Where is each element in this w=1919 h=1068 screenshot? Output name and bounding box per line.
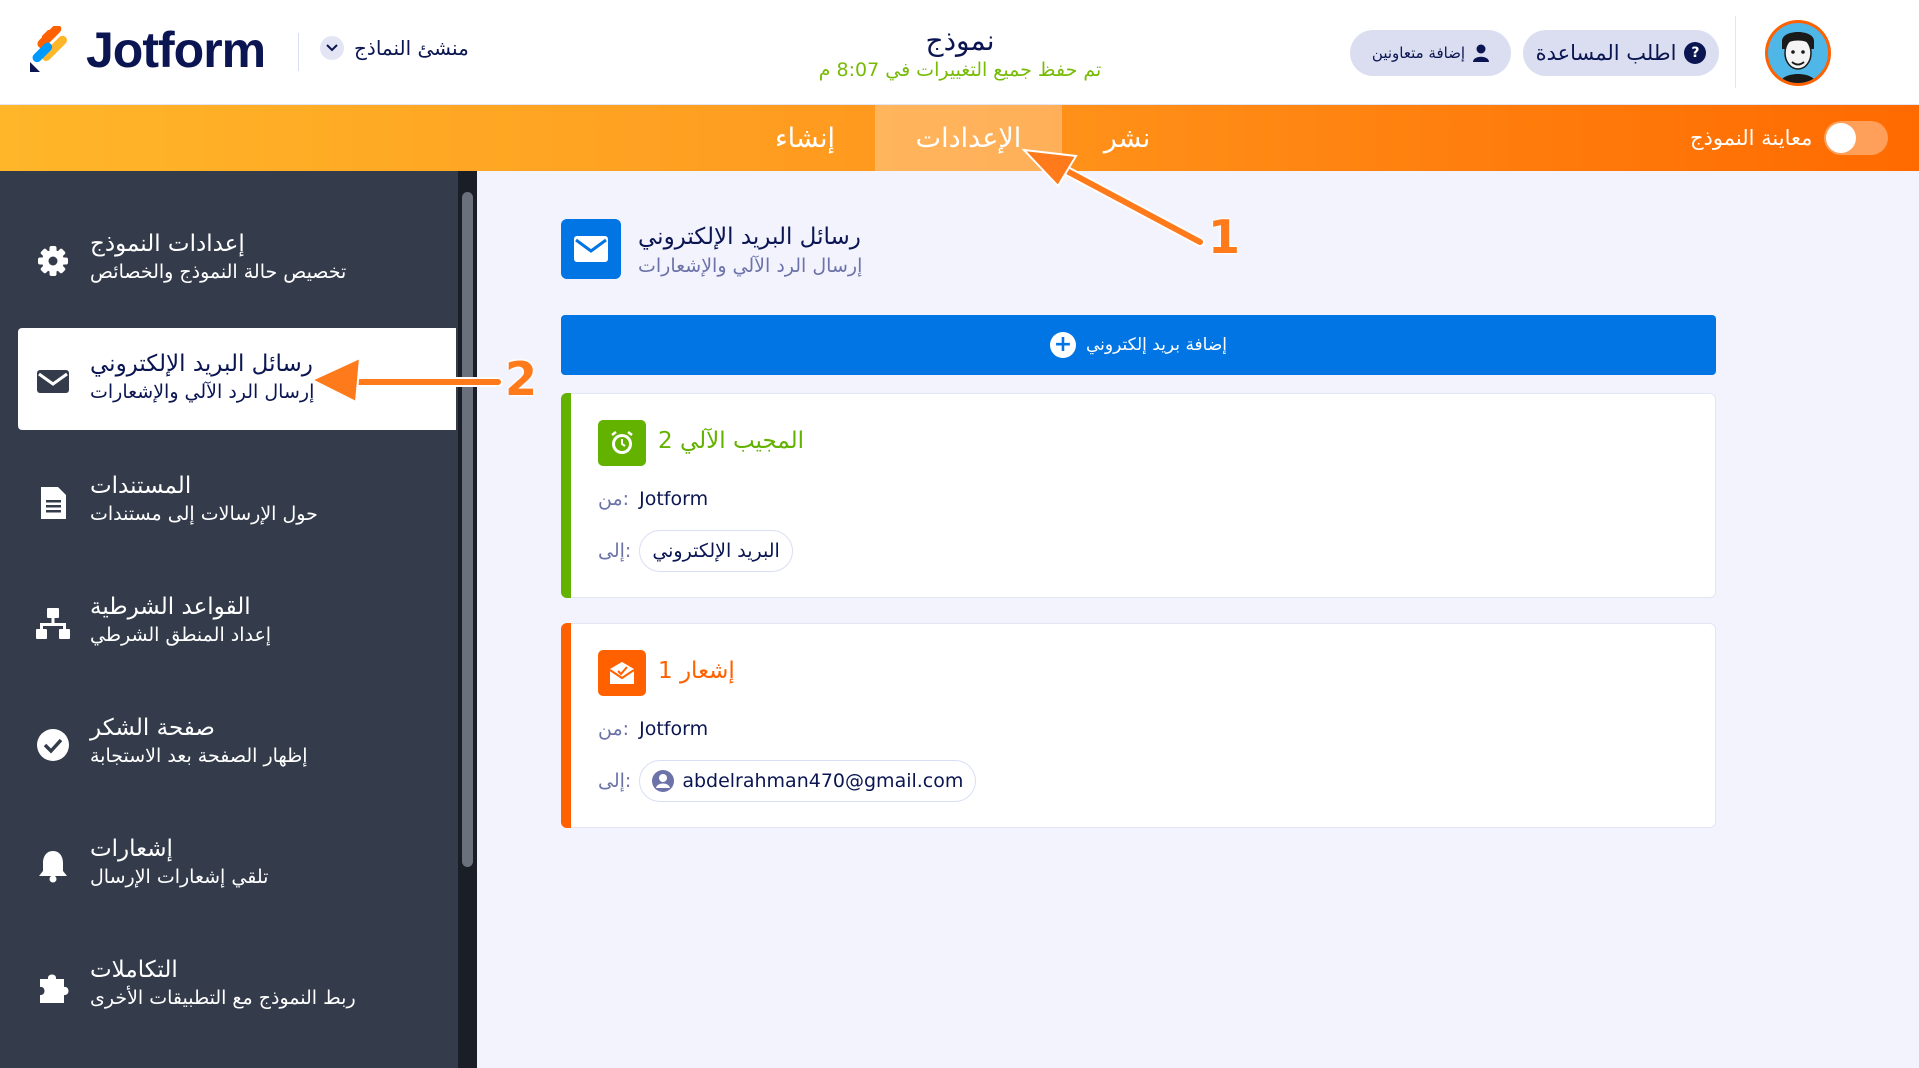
email-card-notification[interactable]: إشعار 1 من: Jotform إلى: abdelrahman470@… <box>561 623 1716 828</box>
top-header: Jotform منشئ النماذج نموذج تم حفظ جميع ا… <box>0 0 1919 105</box>
check-circle-icon <box>37 729 69 761</box>
bell-icon <box>39 851 67 883</box>
logo-text: Jotform <box>86 22 266 78</box>
envelope-icon <box>574 236 608 262</box>
card-color-stripe <box>561 623 571 828</box>
form-title[interactable]: نموذج <box>760 24 1160 58</box>
to-label: إلى: <box>598 770 632 792</box>
add-email-label: إضافة بريد إلكتروني <box>1085 335 1228 355</box>
preview-label: معاينة النموذج <box>1690 126 1813 150</box>
recipient-chip: البريد الإلكتروني <box>639 530 793 572</box>
sidebar-item-notifications[interactable]: إشعارات تلقي إشعارات الإرسال <box>18 813 456 915</box>
plus-icon: + <box>1049 332 1076 358</box>
question-mark-icon: ? <box>1684 42 1707 64</box>
sidebar-item-subtitle: ربط النموذج مع التطبيقات الأخرى <box>90 987 356 1009</box>
sidebar-item-subtitle: إعداد المنطق الشرطي <box>90 624 272 646</box>
mail-notification-icon <box>598 650 646 696</box>
recipient-value: البريد الإلكتروني <box>652 540 780 562</box>
alarm-clock-icon <box>598 420 646 466</box>
sidebar-item-title: صفحة الشكر <box>90 715 215 741</box>
user-avatar[interactable] <box>1765 20 1831 86</box>
card-to: إلى: abdelrahman470@gmail.com <box>598 760 977 802</box>
user-icon <box>1473 44 1490 62</box>
sidebar-item-subtitle: إظهار الصفحة بعد الاستجابة <box>90 745 308 767</box>
form-title-area: نموذج تم حفظ جميع التغييرات في 8:07 م <box>760 24 1160 82</box>
scrollbar-thumb[interactable] <box>462 192 473 867</box>
card-to: إلى: البريد الإلكتروني <box>598 530 793 572</box>
preview-form-control: معاينة النموذج <box>1690 105 1889 171</box>
card-from: من: Jotform <box>598 488 708 510</box>
card-title: المجيب الآلي 2 <box>658 428 805 454</box>
preview-toggle[interactable] <box>1824 121 1889 155</box>
add-collaborators-button[interactable]: إضافة متعاونين <box>1350 30 1511 76</box>
document-icon <box>41 487 66 519</box>
sidebar-item-subtitle: تلقي إشعارات الإرسال <box>90 866 269 888</box>
sidebar-item-subtitle: حول الإرسالات إلى مستندات <box>90 503 318 525</box>
from-label: من: <box>598 718 630 740</box>
header-divider <box>298 33 299 71</box>
avatar-image <box>1768 23 1828 83</box>
save-status: تم حفظ جميع التغييرات في 8:07 م <box>818 59 1102 81</box>
card-title: إشعار 1 <box>658 658 735 684</box>
sidebar-item-emails[interactable]: رسائل البريد الإلكتروني إرسال الرد الآلي… <box>18 328 456 430</box>
jotform-logo[interactable]: Jotform <box>28 22 266 78</box>
section-subtitle: إرسال الرد الآلي والإشعارات <box>638 255 863 277</box>
sidebar-item-subtitle: إرسال الرد الآلي والإشعارات <box>90 381 315 403</box>
sidebar-item-thank-you-page[interactable]: صفحة الشكر إظهار الصفحة بعد الاستجابة <box>18 692 456 794</box>
chevron-down-icon <box>320 36 344 60</box>
tab-publish[interactable]: نشر <box>1062 105 1192 171</box>
section-title: رسائل البريد الإلكتروني <box>638 224 861 250</box>
sidebar-item-documents[interactable]: المستندات حول الإرسالات إلى مستندات <box>18 450 456 552</box>
collab-label: إضافة متعاونين <box>1371 44 1466 62</box>
recipient-chip: abdelrahman470@gmail.com <box>639 760 977 802</box>
builder-navbar: إنشاء الإعدادات نشر معاينة النموذج <box>0 105 1919 171</box>
sidebar-item-title: المستندات <box>90 473 192 499</box>
sidebar-item-conditions[interactable]: القواعد الشرطية إعداد المنطق الشرطي <box>18 571 456 673</box>
sidebar-item-title: التكاملات <box>90 957 178 983</box>
jotform-logo-icon <box>30 26 67 72</box>
sidebar-item-title: إعدادات النموذج <box>90 231 245 257</box>
email-card-autoresponder[interactable]: المجيب الآلي 2 من: Jotform إلى: البريد ا… <box>561 393 1716 598</box>
user-circle-icon <box>652 770 675 792</box>
sidebar-item-integrations[interactable]: التكاملات ربط النموذج مع التطبيقات الأخر… <box>18 934 456 1036</box>
sidebar-item-title: القواعد الشرطية <box>90 594 251 620</box>
sidebar-item-subtitle: تخصيص حالة النموذج والخصائص <box>90 261 347 283</box>
to-label: إلى: <box>598 540 632 562</box>
sidebar-item-form-settings[interactable]: إعدادات النموذج تخصيص حالة النموذج والخص… <box>18 208 456 310</box>
add-email-button[interactable]: + إضافة بريد إلكتروني <box>561 315 1716 375</box>
email-section-icon <box>561 219 621 279</box>
tab-build[interactable]: إنشاء <box>740 105 870 171</box>
sidebar-item-title: رسائل البريد الإلكتروني <box>90 351 313 377</box>
settings-sidebar: إعدادات النموذج تخصيص حالة النموذج والخص… <box>0 171 458 1068</box>
tab-settings[interactable]: الإعدادات <box>875 105 1062 171</box>
recipient-value: abdelrahman470@gmail.com <box>682 770 964 792</box>
from-value: Jotform <box>639 718 709 740</box>
main-content <box>477 171 1919 1068</box>
gear-icon <box>38 246 68 276</box>
get-help-button[interactable]: اطلب المساعدة ? <box>1523 30 1719 76</box>
sidebar-item-title: إشعارات <box>90 836 173 862</box>
builder-label: منشئ النماذج <box>354 36 469 60</box>
help-label: اطلب المساعدة <box>1535 41 1677 65</box>
header-divider-right <box>1735 16 1736 88</box>
envelope-icon <box>37 370 69 393</box>
card-from: من: Jotform <box>598 718 708 740</box>
puzzle-icon <box>40 974 69 1003</box>
builder-dropdown[interactable]: منشئ النماذج <box>320 36 469 60</box>
card-color-stripe <box>561 393 571 598</box>
sitemap-icon <box>36 608 70 639</box>
from-label: من: <box>598 488 630 510</box>
toggle-knob <box>1826 123 1857 153</box>
from-value: Jotform <box>639 488 709 510</box>
sidebar-scrollbar[interactable] <box>458 171 477 1068</box>
